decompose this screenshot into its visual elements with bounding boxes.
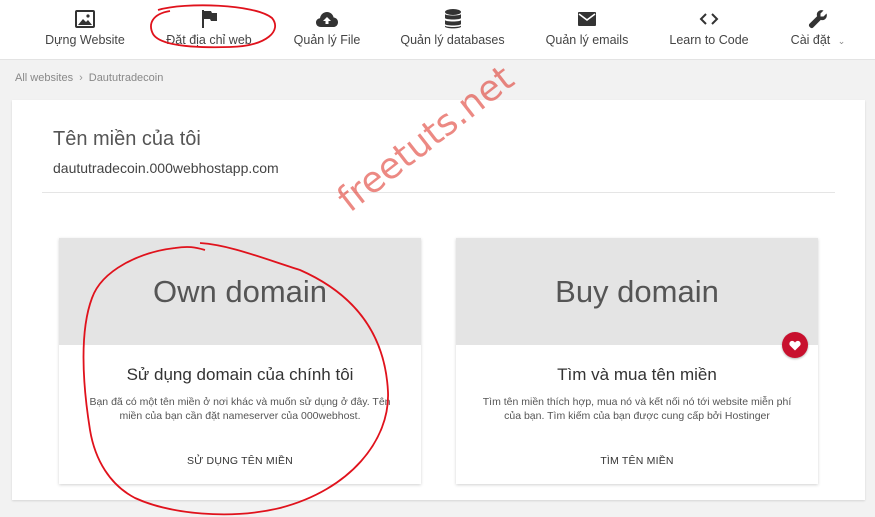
card-heading: Buy domain [456, 238, 818, 345]
nav-file-manager[interactable]: Quản lý File [293, 8, 361, 52]
find-domain-button[interactable]: TÌM TÊN MIỀN [456, 455, 818, 467]
database-icon [444, 8, 462, 30]
image-icon [75, 8, 95, 30]
nav-label: Learn to Code [669, 33, 749, 47]
email-icon [577, 8, 597, 30]
top-navigation: Dựng Website Đặt địa chỉ web Quản lý Fil… [0, 0, 875, 60]
wrench-icon [808, 8, 828, 30]
buy-domain-card[interactable]: Buy domain Tìm và mua tên miền Tìm tên m… [456, 238, 818, 484]
nav-settings[interactable]: Cài đặt ⌄ [790, 8, 846, 52]
domain-panel: Tên miền của tôi daututradecoin.000webho… [12, 100, 865, 500]
card-subtitle: Sử dụng domain của chính tôi [126, 365, 354, 384]
card-subtitle: Tìm và mua tên miền [557, 365, 717, 384]
nav-build-website[interactable]: Dựng Website [45, 8, 125, 52]
nav-email-manager[interactable]: Quản lý emails [546, 8, 628, 52]
chevron-down-icon: ⌄ [837, 36, 846, 46]
nav-label: Cài đặt ⌄ [790, 33, 846, 47]
use-domain-button[interactable]: SỬ DỤNG TÊN MIỀN [59, 455, 421, 467]
current-domain: daututradecoin.000webhostapp.com [53, 160, 279, 176]
own-domain-card[interactable]: Own domain Sử dụng domain của chính tôi … [59, 238, 421, 484]
card-description: Tìm tên miền thích hợp, mua nó và kết nố… [482, 396, 792, 422]
nav-label: Đặt địa chỉ web [166, 33, 252, 47]
nav-learn-to-code[interactable]: Learn to Code [669, 8, 749, 52]
nav-label: Quản lý File [293, 33, 361, 47]
nav-label: Dựng Website [45, 33, 125, 47]
card-description: Bạn đã có một tên miền ở nơi khác và muố… [89, 396, 391, 422]
divider [42, 192, 835, 193]
nav-database-manager[interactable]: Quản lý databases [400, 8, 505, 52]
breadcrumb-current: Daututradecoin [88, 72, 164, 84]
nav-set-domain[interactable]: Đặt địa chỉ web [165, 8, 253, 52]
breadcrumb-all-websites[interactable]: All websites [15, 72, 73, 84]
card-heading: Own domain [59, 238, 421, 345]
page-title: Tên miền của tôi [53, 128, 201, 150]
nav-label: Quản lý emails [545, 33, 629, 47]
cloud-upload-icon [315, 8, 339, 30]
chevron-right-icon: › [79, 72, 83, 84]
heart-icon[interactable] [782, 332, 808, 358]
nav-label: Quản lý databases [400, 33, 505, 47]
breadcrumb: All websites › Daututradecoin [15, 72, 163, 84]
flag-icon [200, 8, 218, 30]
code-icon [699, 8, 719, 30]
